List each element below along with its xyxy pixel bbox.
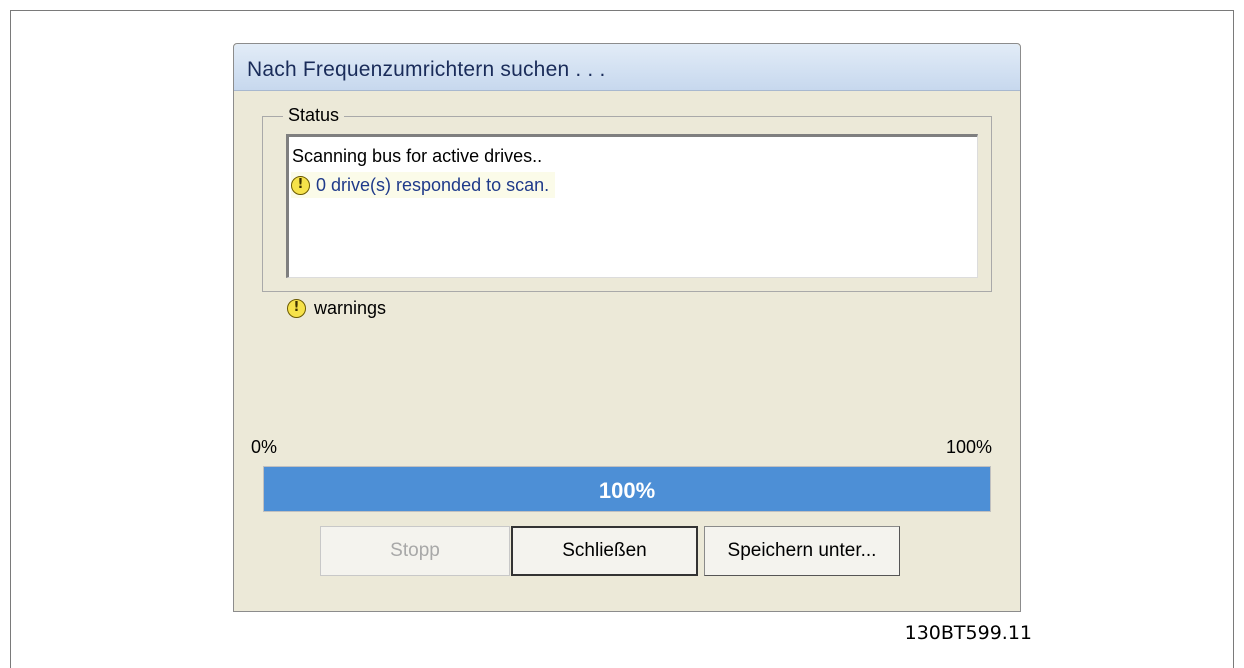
status-group-label: Status	[283, 105, 345, 126]
stop-button[interactable]: Stopp	[320, 526, 510, 576]
progress-min-label: 0%	[251, 437, 278, 457]
close-button[interactable]: Schließen	[511, 526, 698, 576]
progress-value-label: 100%	[598, 478, 656, 503]
warnings-legend-label: warnings	[314, 298, 387, 318]
status-log-line-text: 0 drive(s) responded to scan.	[316, 174, 550, 195]
status-log-line-warning: ! 0 drive(s) responded to scan.	[291, 172, 556, 198]
warning-icon: !	[287, 299, 306, 318]
status-log-line: Scanning bus for active drives..	[292, 146, 543, 166]
warnings-legend: ! warnings	[287, 298, 386, 319]
progress-bar: 100%	[263, 466, 991, 512]
title-bar[interactable]: Nach Frequenzumrichtern suchen . . .	[234, 44, 1020, 91]
progress-max-label: 100%	[945, 437, 992, 457]
dialog-title: Nach Frequenzumrichtern suchen . . .	[247, 58, 606, 81]
scan-dialog: Nach Frequenzumrichtern suchen . . . Sta…	[233, 43, 1021, 612]
figure-code: 130BT599.11	[904, 622, 1032, 644]
save-as-button[interactable]: Speichern unter...	[704, 526, 900, 576]
warning-icon: !	[291, 175, 310, 195]
